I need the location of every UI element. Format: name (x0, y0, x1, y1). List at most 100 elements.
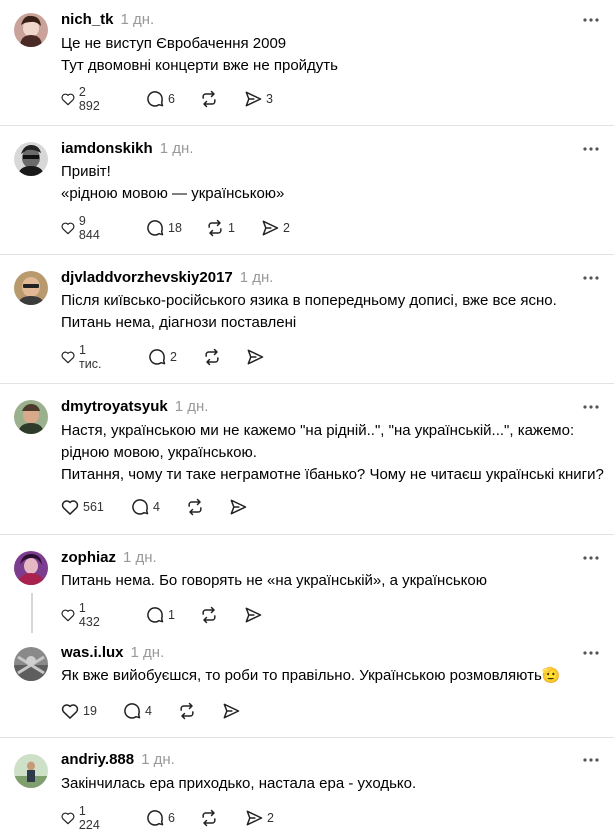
repost-button[interactable] (177, 700, 200, 722)
repost-icon (202, 90, 216, 108)
heart-icon (61, 812, 75, 825)
comment-count: 18 (168, 221, 182, 235)
more-icon[interactable] (582, 649, 600, 657)
avatar[interactable] (14, 400, 48, 434)
comment-count: 4 (145, 704, 152, 718)
more-icon[interactable] (582, 403, 600, 411)
post-text-line: Це не виступ Євробачення 2009 (61, 35, 287, 52)
repost-button[interactable] (185, 496, 208, 518)
repost-button[interactable] (199, 807, 222, 829)
comment-count: 6 (168, 811, 175, 825)
comment-count: 4 (153, 500, 160, 514)
like-button[interactable]: 19 (60, 700, 97, 722)
more-icon[interactable] (582, 16, 600, 24)
share-button[interactable] (245, 346, 268, 368)
post-text-line: Тут двомовні концерти вже не пройдуть (61, 57, 338, 74)
comment-button[interactable]: 6 (145, 807, 175, 829)
share-count: 2 (267, 811, 274, 825)
like-button[interactable]: 1 432 (60, 601, 104, 629)
avatar[interactable] (14, 647, 48, 681)
more-icon[interactable] (582, 756, 600, 764)
username[interactable]: djvladdvorzhevskiy2017 (61, 269, 233, 286)
avatar[interactable] (14, 13, 48, 47)
comment-button[interactable]: 4 (122, 700, 152, 722)
post-text-line: Питань нема. Бо говорять не «на українсь… (61, 572, 487, 589)
timestamp[interactable]: 1 дн. (240, 269, 274, 286)
share-button[interactable]: 2 (244, 807, 274, 829)
like-button[interactable]: 2 892 (60, 85, 104, 113)
username[interactable]: zophiaz (61, 549, 116, 566)
like-button[interactable]: 9 844 (60, 214, 104, 242)
comment-icon (149, 349, 166, 365)
timestamp[interactable]: 1 дн. (123, 549, 157, 566)
share-button[interactable] (228, 496, 251, 518)
timestamp[interactable]: 1 дн. (131, 644, 165, 661)
like-button[interactable]: 1 тис. (60, 343, 105, 371)
like-button[interactable]: 1 224 (60, 804, 104, 832)
repost-button[interactable]: 1 (205, 217, 235, 239)
repost-button[interactable] (199, 88, 222, 110)
avatar[interactable] (14, 551, 48, 585)
more-icon[interactable] (582, 274, 600, 282)
repost-icon (208, 219, 222, 237)
post-text-line: Питань нема, діагнози поставлені (61, 314, 297, 331)
share-button[interactable]: 3 (243, 88, 273, 110)
like-count: 9 844 (78, 214, 100, 242)
share-button[interactable]: 2 (260, 217, 290, 239)
repost-button[interactable] (199, 604, 222, 626)
username[interactable]: was.i.lux (61, 644, 124, 661)
post-text-line: Після київсько-російського язика в попер… (61, 292, 557, 309)
share-icon (246, 810, 263, 826)
avatar[interactable] (14, 754, 48, 788)
timestamp[interactable]: 1 дн. (121, 11, 155, 28)
heart-icon (61, 351, 75, 364)
repost-icon (205, 348, 219, 366)
more-icon[interactable] (582, 145, 600, 153)
username[interactable]: dmytroyatsyuk (61, 398, 168, 415)
share-button[interactable] (221, 700, 244, 722)
username[interactable]: andriy.888 (61, 751, 134, 768)
comment-icon (147, 607, 164, 623)
comment-icon (147, 220, 164, 236)
comment-count: 6 (168, 92, 175, 106)
comment-button[interactable]: 2 (147, 346, 177, 368)
comment-count: 1 (168, 608, 175, 622)
like-button[interactable]: 561 (60, 496, 104, 518)
share-icon (230, 499, 247, 515)
repost-button[interactable] (202, 346, 225, 368)
share-count: 3 (266, 92, 273, 106)
comment-button[interactable]: 1 (145, 604, 175, 626)
post-text-line: «рідною мовою — українською» (61, 185, 285, 202)
divider (0, 383, 614, 384)
post-text-line: рідною мовою, українською. (61, 444, 257, 461)
repost-count: 1 (228, 221, 235, 235)
comment-button[interactable]: 6 (145, 88, 175, 110)
comment-button[interactable]: 18 (145, 217, 182, 239)
divider (0, 125, 614, 126)
share-icon (245, 607, 262, 623)
more-icon[interactable] (582, 554, 600, 562)
timestamp[interactable]: 1 дн. (141, 751, 175, 768)
share-count: 2 (283, 221, 290, 235)
post-text-line: Питання, чому ти таке неграмотне їбанько… (61, 466, 604, 483)
username[interactable]: iamdonskikh (61, 140, 153, 157)
heart-icon (61, 609, 75, 622)
share-button[interactable] (243, 604, 266, 626)
avatar[interactable] (14, 142, 48, 176)
timestamp[interactable]: 1 дн. (160, 140, 194, 157)
comment-icon (124, 703, 141, 719)
avatar[interactable] (14, 271, 48, 305)
comment-button[interactable]: 4 (130, 496, 160, 518)
like-count: 1 тис. (79, 343, 102, 371)
post-text-line: Закінчилась ера приходько, настала ера -… (61, 775, 417, 792)
heart-icon (61, 500, 79, 515)
heart-icon (61, 704, 79, 719)
share-icon (262, 220, 279, 236)
like-count: 2 892 (78, 85, 100, 113)
repost-icon (180, 702, 194, 720)
username[interactable]: nich_tk (61, 11, 114, 28)
post-text-line: Настя, українською ми не кажемо "на рідн… (61, 422, 575, 439)
timestamp[interactable]: 1 дн. (175, 398, 209, 415)
repost-icon (202, 809, 216, 827)
like-count: 1 432 (78, 601, 100, 629)
